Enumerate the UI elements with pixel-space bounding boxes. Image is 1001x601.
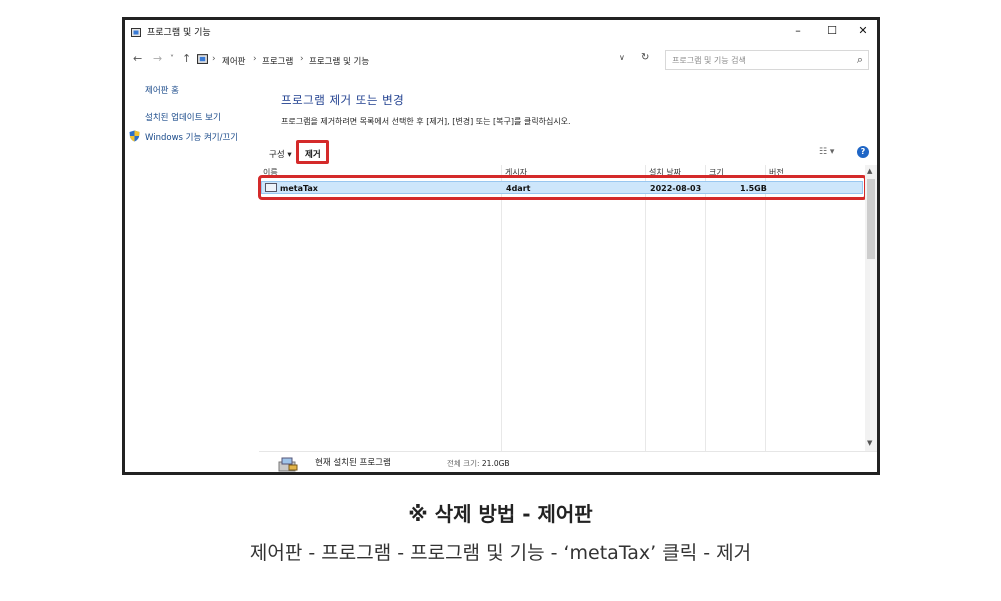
breadcrumb-control-panel[interactable]: 제어판 [222, 55, 245, 67]
column-divider [765, 165, 766, 451]
page-description: 프로그램을 제거하려면 목록에서 선택한 후 [제거], [변경] 또는 [복구… [281, 117, 571, 126]
address-dropdown-icon[interactable]: ∨ [619, 53, 625, 62]
status-bar: 현재 설치된 프로그램 전체 크기: 21.0GB [259, 451, 877, 472]
program-list: 이름 게시자 설치 날짜 크기 버전 metaTax 4dart 2022-08… [258, 165, 867, 451]
refresh-icon[interactable]: ↻ [641, 52, 649, 63]
help-icon[interactable]: ? [857, 146, 869, 158]
maximize-button[interactable]: ☐ [822, 24, 842, 37]
close-button[interactable]: ✕ [853, 24, 873, 37]
search-placeholder: 프로그램 및 기능 검색 [672, 56, 746, 65]
breadcrumb-separator: › [300, 54, 304, 64]
total-size-label: 전체 크기: [447, 459, 480, 468]
window-title: 프로그램 및 기능 [147, 28, 211, 38]
breadcrumb-separator: › [212, 54, 216, 64]
back-arrow-icon[interactable]: ← [133, 52, 142, 65]
installed-programs-icon [278, 457, 298, 472]
forward-arrow-icon[interactable]: → [153, 52, 162, 65]
breadcrumb-separator: › [253, 54, 257, 64]
page-title: 프로그램 제거 또는 변경 [281, 93, 405, 107]
control-panel-icon [197, 54, 208, 64]
up-arrow-icon[interactable]: ↑ [182, 52, 191, 65]
breadcrumb-programs[interactable]: 프로그램 [262, 55, 293, 67]
search-input[interactable]: 프로그램 및 기능 검색 ⌕ [665, 50, 869, 70]
caption-steps: 제어판 - 프로그램 - 프로그램 및 기능 - ‘metaTax’ 클릭 - … [249, 542, 752, 564]
breadcrumb-programs-features[interactable]: 프로그램 및 기능 [309, 55, 369, 67]
control-panel-icon [131, 28, 141, 37]
total-size: 전체 크기: 21.0GB [447, 458, 510, 469]
sidebar-item-home[interactable]: 제어판 홈 [145, 84, 179, 96]
column-divider [501, 165, 502, 451]
scrollbar-thumb[interactable] [867, 179, 875, 259]
title-bar: 프로그램 및 기능 – ☐ ✕ [125, 20, 877, 46]
column-divider [705, 165, 706, 451]
minimize-button[interactable]: – [788, 24, 808, 37]
organize-button[interactable]: 구성 ▾ [269, 148, 292, 160]
view-options-icon[interactable]: ☷ ▾ [819, 147, 834, 157]
command-bar: 구성 ▾ 제거 ☷ ▾ ? [259, 140, 877, 164]
caption-title: ※ 삭제 방법 - 제어판 [408, 502, 593, 526]
scroll-down-icon[interactable]: ▼ [867, 439, 872, 447]
row-highlight-box [258, 175, 867, 200]
address-bar: ← → ˅ ↑ › 제어판 › 프로그램 › 프로그램 및 기능 ∨ ↻ 프로그… [125, 48, 877, 72]
status-label: 현재 설치된 프로그램 [315, 458, 391, 468]
window-frame: 프로그램 및 기능 – ☐ ✕ ← → ˅ ↑ › 제어판 › 프로그램 › 프… [122, 17, 880, 475]
total-size-value: 21.0GB [481, 459, 510, 468]
search-icon[interactable]: ⌕ [857, 53, 863, 67]
column-divider [645, 165, 646, 451]
sidebar-item-windows-features[interactable]: Windows 기능 켜기/끄기 [145, 131, 238, 143]
sidebar-item-updates[interactable]: 설치된 업데이트 보기 [145, 111, 221, 123]
scroll-up-icon[interactable]: ▲ [867, 167, 872, 175]
sidebar: 제어판 홈 설치된 업데이트 보기 Windows 기능 켜기/끄기 [125, 72, 255, 472]
vertical-scrollbar[interactable]: ▲ ▼ [865, 165, 877, 451]
breadcrumb[interactable]: › 제어판 › 프로그램 › 프로그램 및 기능 [195, 50, 662, 70]
remove-highlight-box [296, 140, 329, 164]
shield-icon [129, 130, 140, 142]
history-chevron-icon[interactable]: ˅ [170, 54, 174, 63]
